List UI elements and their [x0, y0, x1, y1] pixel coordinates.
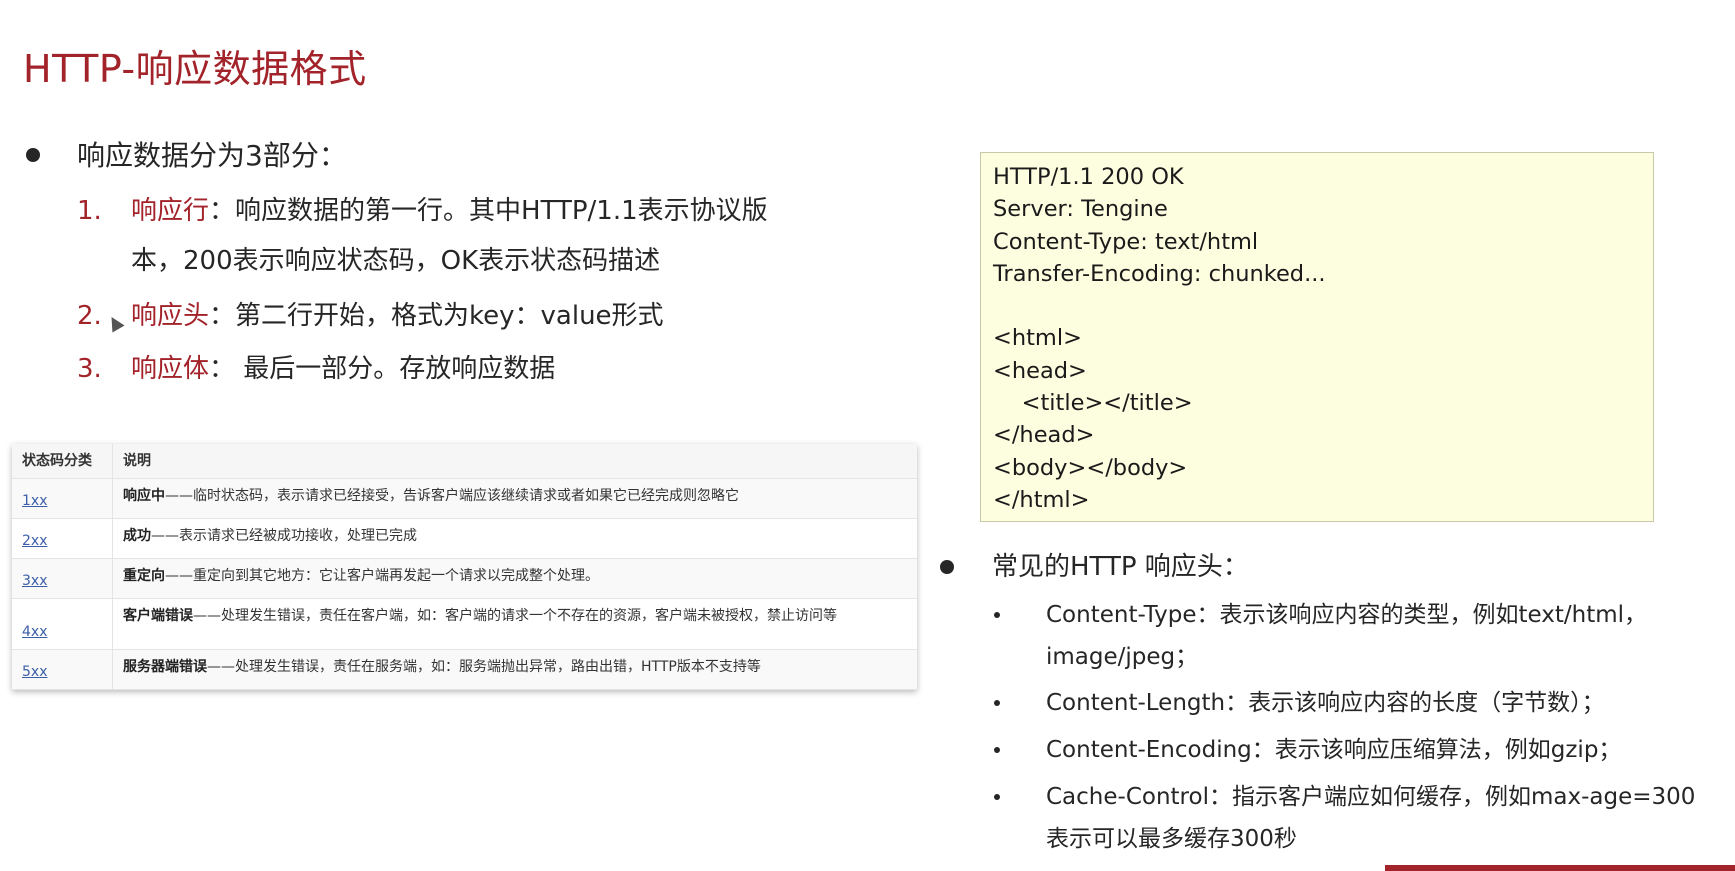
header-item-continuation: 表示可以最多缓存300秒 — [1046, 826, 1297, 852]
status-detail: ——表示请求已经被成功接收，处理已完成 — [151, 528, 417, 544]
item-text: 本，200表示响应状态码，OK表示状态码描述 — [131, 246, 661, 276]
column-header: 说明 — [112, 444, 917, 479]
code-line: </head> — [993, 422, 1095, 449]
code-line: Server: Tengine — [993, 196, 1168, 223]
column-header: 状态码分类 — [12, 444, 113, 479]
intro-text: 响应数据分为3部分： — [77, 139, 347, 172]
table-row: 3xx 重定向——重定向到其它地方：它让客户端再发起一个请求以完成整个处理。 — [12, 558, 917, 599]
status-code-table: 状态码分类 说明 1xx 响应中——临时状态码，表示请求已经接受，告诉客户端应该… — [12, 444, 917, 690]
status-category: 响应中 — [123, 488, 165, 504]
item-number: 2. — [77, 301, 102, 331]
status-category: 客户端错误 — [123, 608, 193, 624]
http-response-example: HTTP/1.1 200 OK Server: Tengine Content-… — [980, 152, 1654, 522]
bullet-icon — [26, 148, 40, 162]
table-row: 2xx 成功——表示请求已经被成功接收，处理已完成 — [12, 518, 917, 559]
code-line: <title></title> — [993, 390, 1193, 417]
mouse-cursor-icon — [105, 313, 125, 333]
header-item: Content-Encoding：表示该响应压缩算法，例如gzip； — [1046, 737, 1622, 763]
small-bullet-icon — [994, 700, 1000, 706]
status-category: 成功 — [123, 528, 151, 544]
header-item-continuation: image/jpeg； — [1046, 644, 1199, 670]
status-description: 响应中——临时状态码，表示请求已经接受，告诉客户端应该继续请求或者如果它已经完成… — [112, 478, 917, 519]
item-label: 响应行 — [131, 196, 210, 226]
code-line: <html> — [993, 325, 1082, 352]
bullet-icon — [940, 560, 954, 574]
item-text: ：第二行开始，格式为key：value形式 — [209, 301, 664, 331]
status-description: 重定向——重定向到其它地方：它让客户端再发起一个请求以完成整个处理。 — [112, 558, 917, 599]
table-row: 4xx 客户端错误——处理发生错误，责任在客户端，如：客户端的请求一个不存在的资… — [12, 598, 917, 650]
header-item: Content-Length：表示该响应内容的长度（字节数）； — [1046, 690, 1605, 716]
small-bullet-icon — [994, 612, 1000, 618]
table-header-row: 状态码分类 说明 — [12, 444, 917, 479]
code-line: Transfer-Encoding: chunked... — [993, 260, 1326, 287]
code-line: <body></body> — [993, 454, 1188, 481]
header-item: Content-Type：表示该响应内容的类型，例如text/html， — [1046, 602, 1648, 628]
status-detail: ——处理发生错误，责任在服务端，如：服务端抛出异常，路由出错，HTTP版本不支持… — [207, 659, 761, 675]
status-description: 成功——表示请求已经被成功接收，处理已完成 — [112, 518, 917, 559]
status-description: 客户端错误——处理发生错误，责任在客户端，如：客户端的请求一个不存在的资源，客户… — [112, 598, 917, 650]
small-bullet-icon — [994, 747, 1000, 753]
code-line: </html> — [993, 486, 1090, 513]
status-category: 服务器端错误 — [123, 659, 207, 675]
item-text: ：响应数据的第一行。其中HTTP/1.1表示协议版 — [209, 196, 768, 226]
item-number: 1. — [77, 196, 102, 226]
status-code-link[interactable]: 4xx — [12, 598, 113, 650]
code-line: <head> — [993, 357, 1087, 384]
table-row: 5xx 服务器端错误——处理发生错误，责任在服务端，如：服务端抛出异常，路由出错… — [12, 649, 917, 690]
small-bullet-icon — [994, 794, 1000, 800]
page-title: HTTP-响应数据格式 — [23, 47, 367, 91]
status-category: 重定向 — [123, 568, 165, 584]
status-code-link[interactable]: 1xx — [12, 478, 113, 519]
header-item: Cache-Control：指示客户端应如何缓存，例如max-age=300 — [1046, 784, 1696, 810]
status-code-link[interactable]: 3xx — [12, 558, 113, 599]
status-detail: ——处理发生错误，责任在客户端，如：客户端的请求一个不存在的资源，客户端未被授权… — [193, 608, 837, 624]
item-text: ： 最后一部分。存放响应数据 — [209, 354, 556, 384]
code-line: HTTP/1.1 200 OK — [993, 164, 1184, 190]
item-label: 响应体 — [131, 354, 210, 384]
status-detail: ——临时状态码，表示请求已经接受，告诉客户端应该继续请求或者如果它已经完成则忽略… — [165, 488, 739, 504]
status-code-link[interactable]: 2xx — [12, 518, 113, 559]
table-row: 1xx 响应中——临时状态码，表示请求已经接受，告诉客户端应该继续请求或者如果它… — [12, 478, 917, 519]
code-line: Content-Type: text/html — [993, 228, 1259, 255]
headers-title: 常见的HTTP 响应头： — [992, 552, 1249, 582]
status-detail: ——重定向到其它地方：它让客户端再发起一个请求以完成整个处理。 — [165, 568, 599, 584]
status-description: 服务器端错误——处理发生错误，责任在服务端，如：服务端抛出异常，路由出错，HTT… — [112, 649, 917, 690]
item-number: 3. — [77, 354, 102, 384]
status-code-link[interactable]: 5xx — [12, 649, 113, 690]
footer-accent-bar — [1385, 865, 1735, 871]
item-label: 响应头 — [131, 301, 210, 331]
